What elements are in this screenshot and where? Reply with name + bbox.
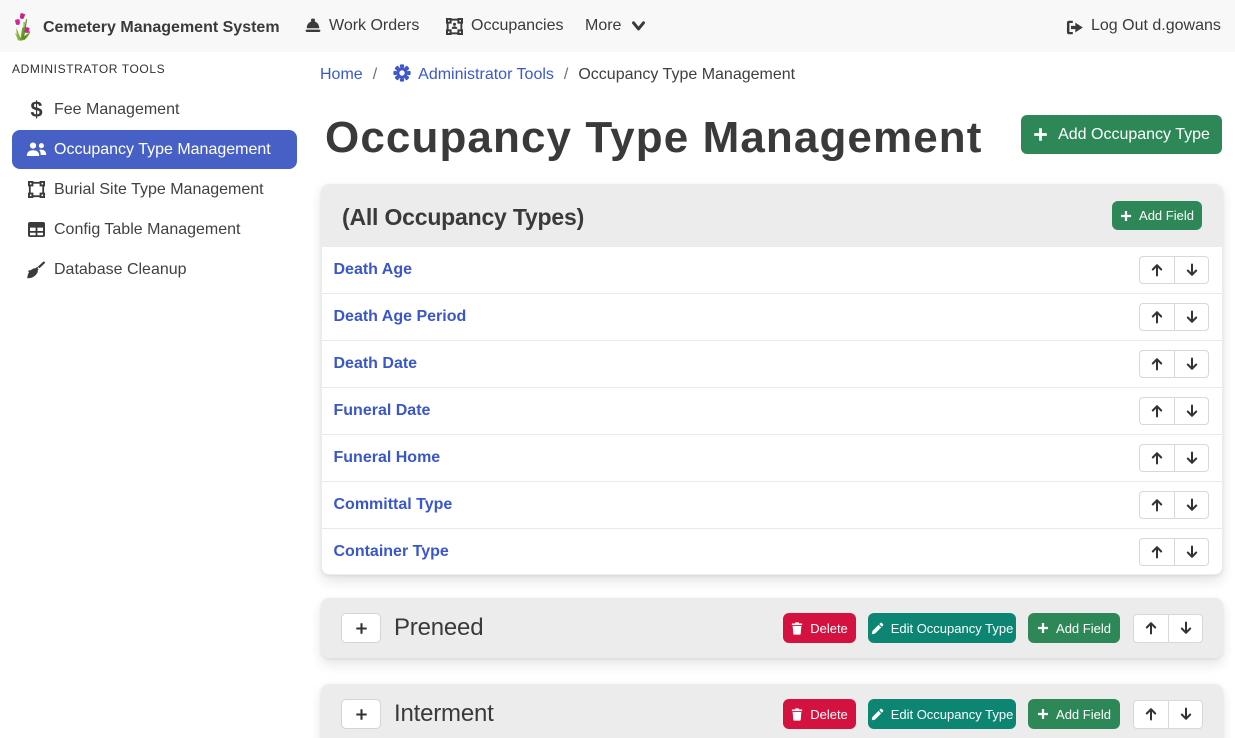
svg-text:$: $ bbox=[30, 99, 42, 121]
